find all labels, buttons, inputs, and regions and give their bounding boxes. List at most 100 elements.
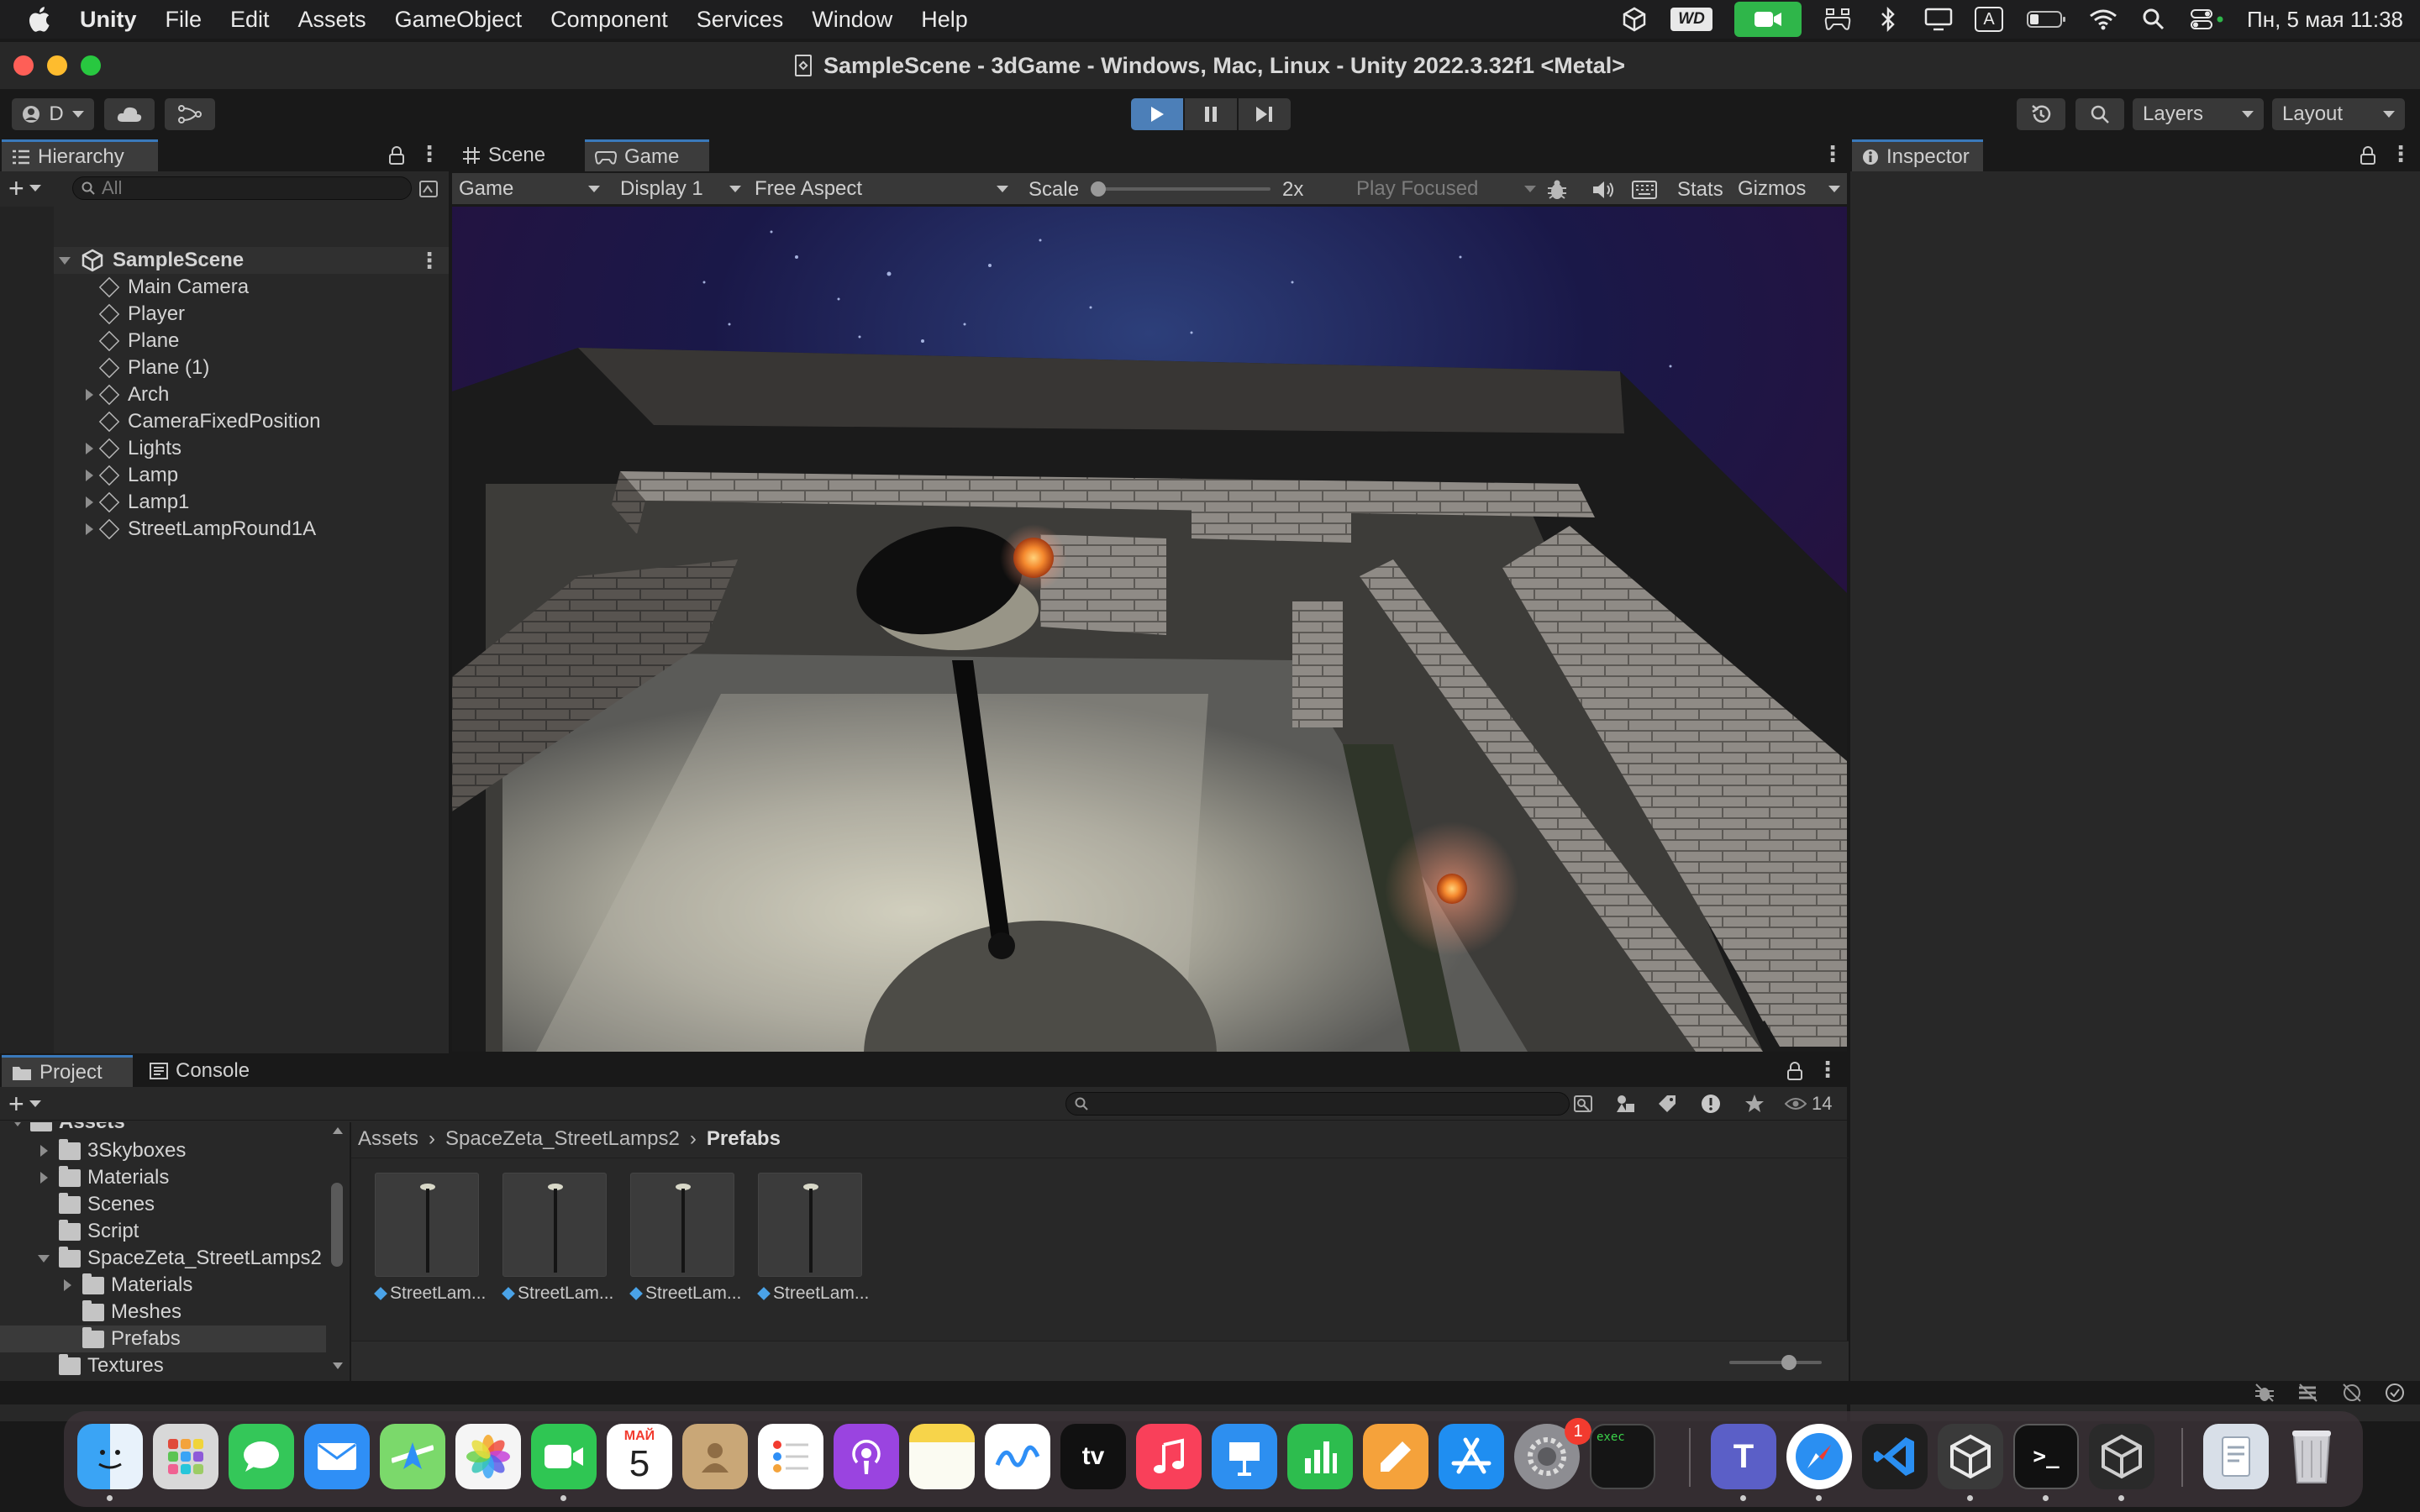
menu-app-name[interactable]: Unity — [66, 7, 151, 33]
scale-slider[interactable] — [1091, 181, 1270, 197]
tab-scene[interactable]: Scene — [452, 139, 583, 171]
menu-help[interactable]: Help — [907, 7, 982, 33]
hierarchy-item[interactable]: Arch — [79, 381, 449, 408]
facetime-icon[interactable] — [531, 1424, 597, 1489]
podcasts-icon[interactable] — [834, 1424, 899, 1489]
unity-hub-icon[interactable] — [1938, 1424, 2003, 1489]
reminders-icon[interactable] — [758, 1424, 823, 1489]
folder-row[interactable]: 3Skyboxes — [0, 1137, 326, 1164]
tree-scrollbar[interactable] — [329, 1124, 345, 1376]
wd-drive-icon[interactable]: WD — [1670, 8, 1713, 31]
folder-row[interactable]: Script — [0, 1218, 326, 1245]
unity-status-icon[interactable] — [1620, 7, 1649, 32]
check-status-icon[interactable] — [2385, 1383, 2405, 1403]
search-filter-icon[interactable] — [1573, 1095, 1593, 1113]
hierarchy-item[interactable]: CameraFixedPosition — [79, 408, 449, 435]
hierarchy-item[interactable]: Lamp1 — [79, 489, 449, 516]
lock-icon[interactable] — [1786, 1062, 1803, 1080]
hierarchy-menu-icon[interactable]: ⋮ — [418, 141, 440, 167]
step-button[interactable] — [1239, 98, 1291, 130]
icon-size-slider-thumb[interactable] — [1781, 1355, 1797, 1370]
close-window-button[interactable] — [13, 55, 34, 76]
aspect-dropdown[interactable]: Free Aspect — [755, 173, 1012, 205]
menu-clock[interactable]: Пн, 5 мая 11:38 — [2247, 7, 2403, 33]
stats-button[interactable]: Stats — [1677, 178, 1723, 202]
hierarchy-item[interactable]: Plane — [79, 328, 449, 354]
wifi-icon[interactable] — [2089, 8, 2118, 31]
scene-root-row[interactable]: SampleScene ⋮ — [54, 247, 449, 274]
progress-stack-icon[interactable] — [2297, 1383, 2319, 1403]
folder-row-assets[interactable]: Assets — [0, 1122, 125, 1134]
launchpad-icon[interactable] — [153, 1424, 218, 1489]
play-button[interactable] — [1131, 98, 1183, 130]
layout-dropdown[interactable]: Layout — [2272, 98, 2405, 130]
apple-tv-icon[interactable]: tv — [1060, 1424, 1126, 1489]
battery-icon[interactable] — [2025, 8, 2067, 31]
cloud-button[interactable] — [104, 98, 155, 130]
hierarchy-item[interactable]: Lamp — [79, 462, 449, 489]
bug-icon[interactable] — [1546, 179, 1568, 201]
hierarchy-item[interactable]: Lights — [79, 435, 449, 462]
hierarchy-item[interactable]: Main Camera — [79, 274, 449, 301]
folder-row[interactable]: Materials — [0, 1272, 326, 1299]
expand-arrow-icon[interactable] — [59, 256, 71, 265]
tab-hierarchy[interactable]: Hierarchy — [2, 139, 158, 171]
menu-file[interactable]: File — [151, 7, 217, 33]
zoom-window-button[interactable] — [81, 55, 101, 76]
favorite-star-icon[interactable] — [1744, 1094, 1765, 1114]
tab-inspector[interactable]: Inspector — [1852, 139, 1983, 171]
pages-icon[interactable] — [1363, 1424, 1428, 1489]
bluetooth-icon[interactable] — [1874, 7, 1902, 32]
safari-icon[interactable] — [1786, 1424, 1852, 1489]
expand-arrow-icon[interactable] — [85, 443, 93, 454]
lock-icon[interactable] — [2360, 146, 2376, 165]
apple-menu-icon[interactable] — [12, 5, 66, 34]
keyboard-icon[interactable] — [1632, 180, 1657, 200]
folder-row[interactable]: Meshes — [0, 1299, 326, 1326]
scene-menu-icon[interactable]: ⋮ — [418, 248, 440, 274]
scroll-up-arrow-icon[interactable] — [333, 1127, 343, 1134]
filter-by-type-icon[interactable] — [1615, 1094, 1637, 1114]
music-icon[interactable] — [1136, 1424, 1202, 1489]
finder-icon[interactable] — [77, 1424, 143, 1489]
photos-icon[interactable] — [455, 1424, 521, 1489]
mail-icon[interactable] — [304, 1424, 370, 1489]
expand-arrow-icon[interactable] — [85, 496, 93, 508]
prefab-asset-tile[interactable]: StreetLam... — [757, 1173, 869, 1324]
minimize-window-button[interactable] — [47, 55, 67, 76]
hierarchy-search-input[interactable]: All — [72, 176, 412, 200]
expand-arrow-icon[interactable] — [39, 1172, 48, 1184]
expand-arrow-icon[interactable] — [12, 1122, 24, 1126]
control-center-icon[interactable] — [2190, 8, 2225, 31]
filter-by-label-icon[interactable] — [1657, 1094, 1677, 1114]
breadcrumb-spacezeta[interactable]: SpaceZeta_StreetLamps2 — [445, 1127, 680, 1151]
folder-row[interactable]: Materials — [0, 1164, 326, 1191]
menu-assets[interactable]: Assets — [284, 7, 381, 33]
breadcrumb-prefabs[interactable]: Prefabs — [707, 1127, 781, 1151]
teams-icon[interactable]: T — [1711, 1424, 1776, 1489]
debug-mode-icon[interactable] — [2254, 1383, 2275, 1403]
scroll-down-arrow-icon[interactable] — [333, 1362, 343, 1369]
gizmos-dropdown[interactable]: Gizmos — [1738, 173, 1844, 205]
menu-window[interactable]: Window — [797, 7, 907, 33]
expand-arrow-icon[interactable] — [39, 1145, 48, 1157]
game-render-viewport[interactable] — [452, 207, 1847, 1052]
warning-filter-icon[interactable] — [1701, 1094, 1721, 1114]
speaker-icon[interactable] — [1591, 180, 1615, 200]
app-store-icon[interactable] — [1439, 1424, 1504, 1489]
contacts-icon[interactable] — [682, 1424, 748, 1489]
search-button[interactable] — [2075, 98, 2124, 130]
menu-services[interactable]: Services — [682, 7, 798, 33]
notes-icon[interactable] — [909, 1424, 975, 1489]
inspector-menu-icon[interactable]: ⋮ — [2390, 141, 2412, 167]
expand-arrow-icon[interactable] — [85, 389, 93, 401]
trash-icon[interactable] — [2279, 1424, 2344, 1489]
project-search-input[interactable] — [1065, 1092, 1570, 1116]
camera-in-use-icon[interactable] — [1734, 2, 1802, 37]
folder-row[interactable]: Scenes — [0, 1191, 326, 1218]
hierarchy-item[interactable]: Player — [79, 301, 449, 328]
tab-game[interactable]: Game — [585, 139, 709, 171]
expand-arrow-icon[interactable] — [85, 523, 93, 535]
screen-mirroring-icon[interactable] — [1924, 8, 1953, 31]
numbers-icon[interactable] — [1287, 1424, 1353, 1489]
